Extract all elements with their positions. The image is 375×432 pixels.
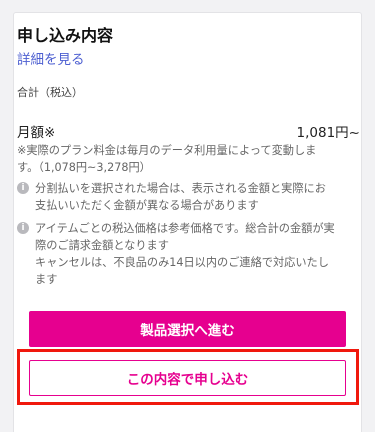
proceed-product-selection-button[interactable]: 製品選択へ進む bbox=[29, 311, 346, 347]
info-item-pricing: i アイテムごとの税込価格は参考価格です。総合計の金額が実際のご請求金額となりま… bbox=[17, 220, 337, 288]
info-item-installment: i 分割払いを選択された場合は、表示される金額と実際にお支払いいただく金額が異な… bbox=[17, 180, 337, 214]
info-icon: i bbox=[17, 222, 29, 234]
info-icon: i bbox=[17, 182, 29, 194]
price-note: ※実際のプラン料金は毎月のデータ利用量によって変動します。（1,078円~3,2… bbox=[17, 144, 317, 174]
info-text: アイテムごとの税込価格は参考価格です。総合計の金額が実際のご請求金額となります bbox=[35, 222, 335, 252]
monthly-price: 1,081円~ bbox=[296, 125, 360, 141]
monthly-label: 月額※ bbox=[17, 125, 56, 141]
total-label: 合計（税込） bbox=[17, 86, 83, 99]
details-link[interactable]: 詳細を見る bbox=[17, 48, 85, 68]
info-text: 分割払いを選択された場合は、表示される金額と実際にお支払いいただく金額が異なる場… bbox=[35, 182, 326, 212]
apply-button[interactable]: この内容で申し込む bbox=[29, 360, 346, 396]
info-text-cancel: キャンセルは、不良品のみ14日以内のご連絡で対応いたします bbox=[35, 256, 329, 286]
summary-title: 申し込み内容 bbox=[17, 26, 114, 45]
